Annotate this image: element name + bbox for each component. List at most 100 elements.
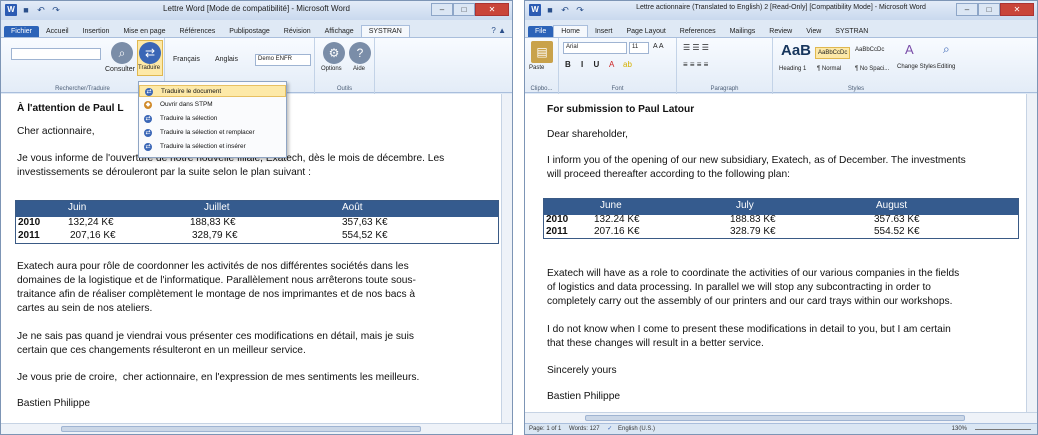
maximize-button[interactable]: □ <box>453 3 475 16</box>
menu-item-ouvrir-stpm[interactable]: ◆ Ouvrir dans STPM <box>139 99 286 111</box>
table-header-cell: June <box>600 200 622 211</box>
tab-publipostage[interactable]: Publipostage <box>222 26 276 37</box>
horizontal-scroll-thumb[interactable] <box>61 426 421 432</box>
tab-insertion[interactable]: Insertion <box>76 26 117 37</box>
tab-review[interactable]: Review <box>762 26 799 37</box>
options-icon[interactable]: ⚙ <box>323 42 345 64</box>
tab-accueil[interactable]: Accueil <box>39 26 76 37</box>
tab-references[interactable]: References <box>673 26 723 37</box>
translate-icon: ⇄ <box>144 143 152 151</box>
align-icons[interactable]: ≡ ≡ ≡ ≡ <box>683 60 708 69</box>
paste-button[interactable]: Paste <box>529 65 544 71</box>
profile-select[interactable]: Demo ENFR <box>255 54 311 66</box>
tab-insert[interactable]: Insert <box>588 26 620 37</box>
group-label-font: Font <box>611 86 624 92</box>
font-name-select[interactable]: Arial <box>563 42 627 54</box>
tab-revision[interactable]: Révision <box>277 26 318 37</box>
doc-para2-line1: Exatech will have as a role to coordinat… <box>547 268 960 279</box>
vertical-scrollbar[interactable] <box>1026 94 1037 413</box>
lang-from-select[interactable]: Français <box>173 56 200 63</box>
tab-systran[interactable]: SYSTRAN <box>828 26 875 37</box>
group-label-paragraph: Paragraph <box>710 86 739 92</box>
lang-to-select[interactable]: Anglais <box>215 56 238 63</box>
tab-home[interactable]: Home <box>553 25 588 37</box>
group-styles: AaB AaBbCcDc AaBbCcDc Heading 1 ¶ Normal… <box>773 38 1029 94</box>
menu-item-traduire-selection[interactable]: ⇄ Traduire la sélection <box>139 113 286 125</box>
horizontal-scrollbar[interactable] <box>1 423 512 434</box>
table-cell: 357,63 K€ <box>342 217 388 228</box>
status-zoom[interactable]: 130% <box>952 424 967 434</box>
find-icon[interactable]: ⌕ <box>943 42 950 57</box>
table-cell: 132.24 K€ <box>594 214 640 225</box>
horizontal-scrollbar[interactable] <box>525 412 1037 423</box>
editing-button[interactable]: Editing <box>937 64 955 70</box>
highlight-icon[interactable]: ab <box>623 60 632 69</box>
style-nospacing-preview[interactable]: AaBbCcDc <box>855 47 884 53</box>
doc-para2-line3: completely carry out the assembly of our… <box>547 296 953 307</box>
menu-item-traduire-inserer[interactable]: ⇄ Traduire la sélection et insérer <box>139 141 286 153</box>
change-styles-icon[interactable]: A <box>905 42 914 57</box>
format-icons-row[interactable]: B I U <box>565 60 603 69</box>
tab-mailings[interactable]: Mailings <box>723 26 763 37</box>
investment-table: Juin Juillet Août 2010 132,24 K€ 188,83 … <box>15 200 499 244</box>
table-cell: 207.16 K€ <box>594 226 640 237</box>
tab-affichage[interactable]: Affichage <box>318 26 361 37</box>
table-header-cell: Juin <box>68 202 87 213</box>
tab-systran[interactable]: SYSTRAN <box>360 25 410 37</box>
tab-view[interactable]: View <box>799 26 828 37</box>
consulter-button[interactable]: Consulter <box>105 66 135 73</box>
options-button[interactable]: Options <box>321 66 342 72</box>
close-button[interactable]: ✕ <box>1000 3 1034 16</box>
maximize-button[interactable]: □ <box>978 3 1000 16</box>
menu-item-traduire-document[interactable]: ⇄ Traduire le document <box>139 85 286 97</box>
vertical-scrollbar[interactable] <box>501 94 512 423</box>
menu-item-traduire-remplacer[interactable]: ⇄ Traduire la sélection et remplacer <box>139 127 286 139</box>
investment-table: June July August 2010 132.24 K€ 188.83 K… <box>543 198 1019 239</box>
status-bar: Page: 1 of 1 Words: 127 ✓ English (U.S.)… <box>525 423 1037 434</box>
search-input[interactable] <box>11 48 101 60</box>
tab-fichier[interactable]: Fichier <box>4 26 40 37</box>
style-normal-preview[interactable]: AaBbCcDc <box>815 47 851 59</box>
menu-item-label: Traduire la sélection <box>160 115 218 122</box>
grow-font-icon[interactable]: A A <box>653 43 664 50</box>
style-heading1-preview[interactable]: AaB <box>781 42 811 59</box>
help-circle-icon[interactable]: ? <box>349 42 371 64</box>
doc-para2-line2: domaines de la logistique et de l'inform… <box>17 275 416 286</box>
group-font: Arial 11 A A B I U A ab Font <box>559 38 677 94</box>
help-icon[interactable]: ? ▲ <box>485 24 512 37</box>
minimize-button[interactable]: – <box>431 3 453 16</box>
status-page[interactable]: Page: 1 of 1 <box>529 426 561 432</box>
proofing-icon[interactable]: ✓ <box>607 426 612 432</box>
doc-closing: Sincerely yours <box>547 365 617 376</box>
window-controls: – □ ✕ <box>956 3 1034 16</box>
menu-item-label: Traduire la sélection et insérer <box>160 143 246 150</box>
group-label-styles: Styles <box>847 86 865 92</box>
group-outils: ⚙ ? Options Aide Outils <box>315 38 375 94</box>
tab-references[interactable]: Références <box>172 26 222 37</box>
document-area[interactable]: For submission to Paul Latour Dear share… <box>525 94 1037 413</box>
doc-greeting: Dear shareholder, <box>547 129 628 140</box>
table-year: 2010 <box>546 214 569 225</box>
font-color-icon[interactable]: A <box>609 60 614 69</box>
zoom-slider[interactable] <box>975 429 1031 430</box>
translate-icon: ⇄ <box>144 115 152 123</box>
tab-mise-en-page[interactable]: Mise en page <box>116 26 172 37</box>
tab-file[interactable]: File <box>528 26 554 37</box>
minimize-button[interactable]: – <box>956 3 978 16</box>
tab-page-layout[interactable]: Page Layout <box>619 26 672 37</box>
table-cell: 357.63 K€ <box>874 214 920 225</box>
status-language[interactable]: English (U.S.) <box>618 426 655 432</box>
close-button[interactable]: ✕ <box>475 3 509 16</box>
bullets-icon[interactable]: ☰ ☰ ☰ <box>683 43 709 52</box>
doc-para2-line2: of logistics and data processing. In par… <box>547 282 931 293</box>
style-label: Heading 1 <box>779 66 807 72</box>
paste-icon[interactable]: ▤ <box>531 41 553 63</box>
status-words[interactable]: Words: 127 <box>569 426 600 432</box>
font-size-select[interactable]: 11 <box>629 42 649 54</box>
consulter-icon[interactable]: ⌕ <box>111 42 133 64</box>
traduire-button[interactable]: ⇄ Traduire <box>137 40 163 76</box>
change-styles-button[interactable]: Change Styles <box>897 64 936 70</box>
aide-button[interactable]: Aide <box>353 66 365 72</box>
horizontal-scroll-thumb[interactable] <box>585 415 965 421</box>
doc-signature: Bastien Philippe <box>547 391 621 402</box>
